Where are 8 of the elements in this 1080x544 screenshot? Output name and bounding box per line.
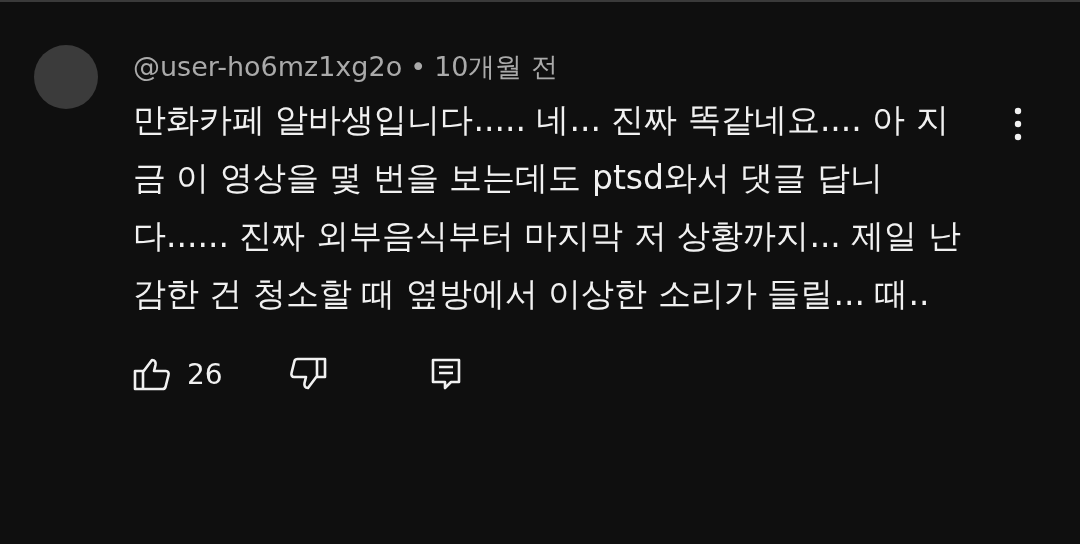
reply-icon[interactable] bbox=[430, 358, 461, 390]
separator-dot: • bbox=[410, 50, 427, 84]
comment-time: 10개월 전 bbox=[434, 50, 559, 84]
author-name[interactable]: @user-ho6mz1xg2o bbox=[133, 47, 403, 87]
thumbs-down-icon[interactable] bbox=[288, 357, 327, 391]
comment-text: 만화카페 알바생입니다..... 네... 진짜 똑같네요.... 아 지금 이 영상을 몇 번을 보는데도 ptsd와서 댓글 답니다...... 진짜 외부음식부터 마지막 저 상황까지... 제일 난감한 건 청소할 때 옆방에서 이상한 소리가 들릴... 때.. bbox=[133, 99, 962, 315]
like-count: 26 bbox=[187, 357, 223, 391]
thumbs-up-icon[interactable] bbox=[133, 357, 171, 391]
